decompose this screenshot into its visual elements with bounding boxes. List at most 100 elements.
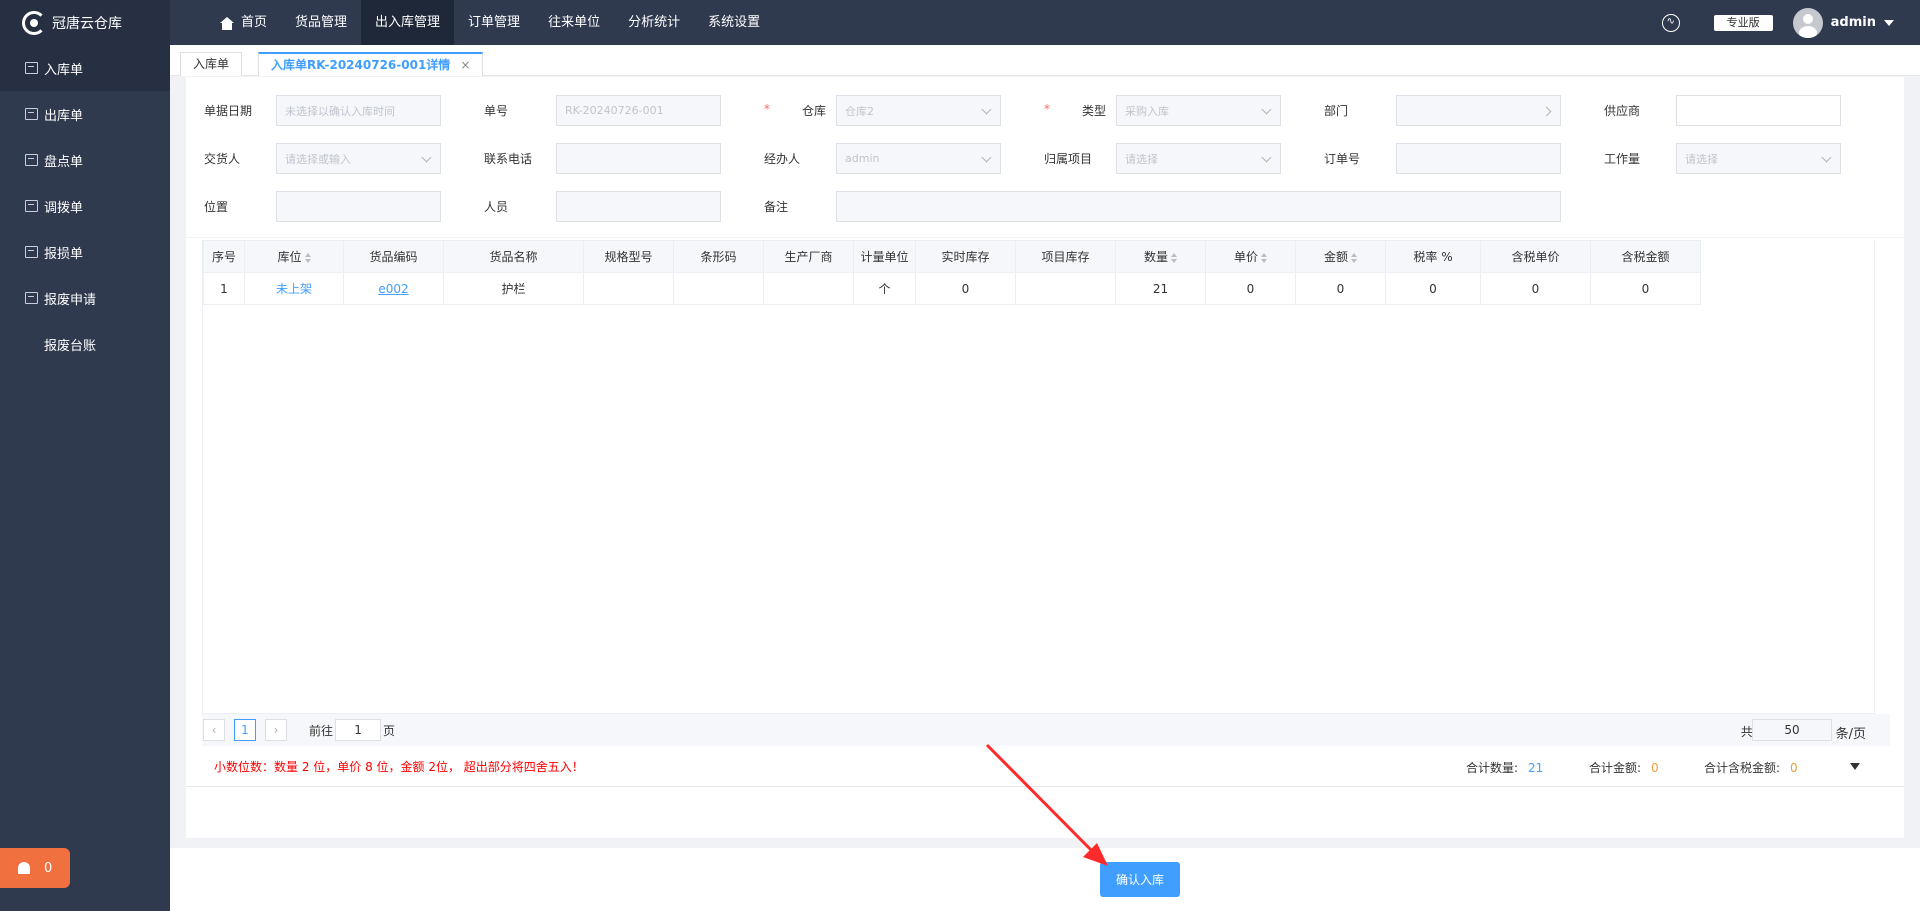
- col-tax-amount: 含税金额: [1590, 240, 1701, 273]
- chevron-down-icon: [981, 152, 992, 163]
- form-card: 单据日期 未选择以确认入库时间 单号 RK-20240726-001 * 仓库 仓…: [186, 77, 1904, 237]
- cell-tax-amount[interactable]: 0: [1590, 272, 1701, 305]
- deliverer-select[interactable]: 请选择或输入: [276, 143, 441, 174]
- edition-badge[interactable]: 专业版: [1713, 14, 1773, 31]
- dept-select[interactable]: [1396, 95, 1561, 126]
- tab-inbound-list[interactable]: 入库单: [180, 52, 243, 76]
- topnav-analytics[interactable]: 分析统计: [614, 0, 694, 45]
- close-icon[interactable]: ×: [460, 58, 470, 72]
- sidebar-item-inbound[interactable]: 入库单: [0, 45, 170, 91]
- field-handler: 经办人 admin: [764, 143, 1001, 174]
- cell-code[interactable]: e002: [343, 272, 444, 305]
- page-jump: 前往 1 页: [309, 719, 395, 741]
- sidebar-item-stocktake[interactable]: 盘点单: [0, 137, 170, 183]
- project-select[interactable]: 请选择: [1116, 143, 1281, 174]
- cell-name: 护栏: [443, 272, 584, 305]
- sidebar: 入库单 出库单 盘点单 调拨单 报损单 报废申请 报废台账: [0, 45, 170, 911]
- cell-tax-rate[interactable]: 0: [1385, 272, 1481, 305]
- expand-toggle-icon[interactable]: [1850, 763, 1860, 770]
- sidebar-item-scrap-ledger[interactable]: 报废台账: [0, 321, 170, 367]
- alarm-count: 0: [44, 860, 53, 876]
- col-price[interactable]: 单价: [1205, 240, 1296, 273]
- table-header-row: 序号 库位 货品编码 货品名称 规格型号 条形码 生产厂商 计量单位 实时库存 …: [203, 240, 1701, 273]
- table-row[interactable]: 1 未上架 e002 护栏 个 0 21 0 0 0 0 0: [203, 272, 1701, 305]
- cell-index: 1: [203, 272, 245, 305]
- col-unit: 计量单位: [853, 240, 916, 273]
- username[interactable]: admin: [1831, 15, 1876, 30]
- topnav-settings[interactable]: 系统设置: [694, 0, 774, 45]
- sort-icon[interactable]: [1351, 252, 1357, 263]
- sidebar-item-transfer[interactable]: 调拨单: [0, 183, 170, 229]
- col-index: 序号: [203, 240, 245, 273]
- top-menu: 首页 货品管理 出入库管理 订单管理 往来单位 分析统计 系统设置: [206, 0, 774, 45]
- person-input[interactable]: [556, 191, 721, 222]
- alarm-button[interactable]: 0: [0, 848, 70, 888]
- col-location[interactable]: 库位: [244, 240, 344, 273]
- transfer-icon: [25, 200, 38, 212]
- warehouse-select[interactable]: 仓库2: [836, 95, 1001, 126]
- cell-qty[interactable]: 21: [1115, 272, 1206, 305]
- page-current[interactable]: 1: [234, 719, 256, 741]
- total-qty: 合计数量: 21: [1466, 761, 1544, 775]
- col-spec: 规格型号: [583, 240, 674, 273]
- chevron-down-icon[interactable]: [1884, 19, 1894, 26]
- col-qty[interactable]: 数量: [1115, 240, 1206, 273]
- goto-input[interactable]: 1: [335, 719, 382, 741]
- topnav-home[interactable]: 首页: [206, 0, 281, 45]
- topnav-goods[interactable]: 货品管理: [281, 0, 361, 45]
- pagination: ‹ 1 › 前往 1 页 共 1 条 50 条/页: [202, 714, 1890, 746]
- workload-select[interactable]: 请选择: [1676, 143, 1841, 174]
- position-input[interactable]: [276, 191, 441, 222]
- sidebar-item-outbound[interactable]: 出库单: [0, 91, 170, 137]
- supplier-input[interactable]: [1676, 95, 1841, 126]
- topnav-inout[interactable]: 出入库管理: [361, 0, 455, 45]
- cell-maker: [763, 272, 854, 305]
- cell-location[interactable]: 未上架: [244, 272, 344, 305]
- col-tax-price: 含税单价: [1480, 240, 1591, 273]
- workload-label: 工作量: [1604, 152, 1641, 166]
- app-title: 冠唐云仓库: [52, 15, 122, 32]
- col-amount[interactable]: 金额: [1295, 240, 1386, 273]
- alarm-icon: [18, 862, 30, 874]
- avatar[interactable]: [1792, 7, 1823, 38]
- remark-input[interactable]: [836, 191, 1561, 222]
- date-input[interactable]: 未选择以确认入库时间: [276, 95, 441, 126]
- sort-icon[interactable]: [304, 252, 311, 263]
- confirm-inbound-button[interactable]: 确认入库: [1100, 862, 1180, 897]
- prev-page-button[interactable]: ‹: [203, 719, 225, 741]
- next-page-button[interactable]: ›: [265, 719, 287, 741]
- cell-price[interactable]: 0: [1205, 272, 1296, 305]
- cell-unit: 个: [853, 272, 916, 305]
- sidebar-item-scrap-request[interactable]: 报废申请: [0, 275, 170, 321]
- sort-icon[interactable]: [1261, 252, 1267, 263]
- app-logo[interactable]: 冠唐云仓库: [0, 0, 170, 45]
- tab-inbound-detail[interactable]: 入库单RK-20240726-001详情 ×: [258, 52, 484, 76]
- sort-icon[interactable]: [1171, 252, 1177, 263]
- chevron-down-icon: [1261, 104, 1272, 115]
- cell-amount[interactable]: 0: [1295, 272, 1386, 305]
- col-maker: 生产厂商: [763, 240, 854, 273]
- cell-stock: 0: [915, 272, 1016, 305]
- chevron-down-icon: [1821, 152, 1832, 163]
- required-mark: *: [1044, 102, 1050, 116]
- type-label: * 类型: [1044, 102, 1106, 118]
- cell-tax-price[interactable]: 0: [1480, 272, 1591, 305]
- sidebar-item-damage[interactable]: 报损单: [0, 229, 170, 275]
- topnav-partners[interactable]: 往来单位: [534, 0, 614, 45]
- page-size-unit: 条/页: [1835, 727, 1866, 742]
- phone-input[interactable]: [556, 143, 721, 174]
- type-select[interactable]: 采购入库: [1116, 95, 1281, 126]
- chevron-right-icon: [1541, 106, 1552, 117]
- number-input[interactable]: RK-20240726-001: [556, 95, 721, 126]
- order-input[interactable]: [1396, 143, 1561, 174]
- field-type: * 类型 采购入库: [1044, 95, 1281, 126]
- chevron-down-icon: [421, 152, 432, 163]
- topnav-orders[interactable]: 订单管理: [454, 0, 534, 45]
- inbound-icon: [25, 62, 38, 74]
- date-label: 单据日期: [204, 104, 253, 118]
- waveform-icon[interactable]: ∿: [1661, 13, 1680, 32]
- col-project-stock: 项目库存: [1015, 240, 1116, 273]
- page-size-select[interactable]: 50: [1752, 719, 1832, 741]
- required-mark: *: [764, 102, 770, 116]
- handler-select[interactable]: admin: [836, 143, 1001, 174]
